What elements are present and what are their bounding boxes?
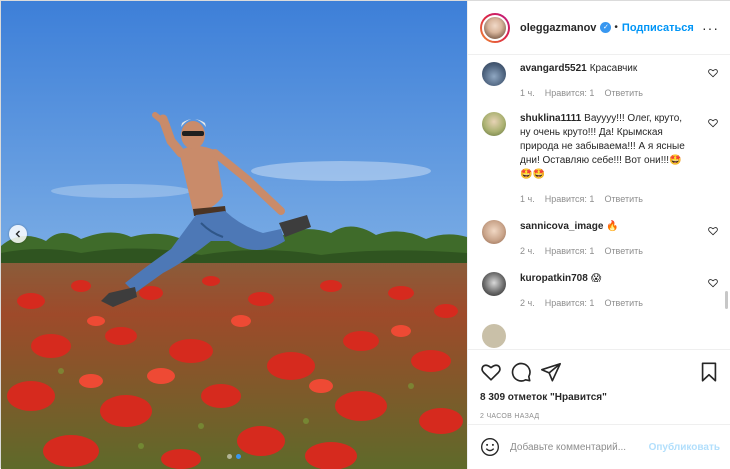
- comment-text: avangard5521 Красавчик: [520, 62, 690, 76]
- post-photo[interactable]: [1, 1, 467, 469]
- comment-text: kuropatkin708 😱: [520, 272, 690, 286]
- share-icon[interactable]: [540, 361, 562, 383]
- comment-body: avangard5521 Красавчик 1 ч. Нравится: 1 О…: [520, 62, 690, 100]
- comment-time[interactable]: 1 ч.: [520, 86, 535, 100]
- commenter-username[interactable]: sannicova_image: [520, 221, 603, 232]
- comment-message: 🔥: [606, 221, 619, 232]
- separator: •: [614, 22, 618, 33]
- comment-body: kuropatkin708 😱 2 ч. Нравится: 1 Ответить: [520, 272, 690, 310]
- comment-time[interactable]: 1 ч.: [520, 192, 535, 206]
- reply-button[interactable]: Ответить: [604, 86, 642, 100]
- post-actions: 8 309 отметок "Нравится" 2 часов назад: [468, 349, 730, 420]
- commenter-avatar[interactable]: [482, 272, 506, 296]
- comment-input[interactable]: [510, 441, 640, 453]
- action-icons: [480, 360, 720, 384]
- verified-badge-icon: ✓: [600, 22, 612, 33]
- comment-likes[interactable]: Нравится: 1: [545, 244, 595, 258]
- bookmark-icon[interactable]: [698, 361, 720, 383]
- comments-scrollbar[interactable]: [725, 291, 728, 309]
- comment-item: avangard5521 Красавчик 1 ч. Нравится: 1 О…: [482, 62, 720, 100]
- author-avatar[interactable]: [480, 12, 510, 43]
- comments-list[interactable]: avangard5521 Красавчик 1 ч. Нравится: 1 О…: [468, 56, 730, 349]
- comment-heart-icon[interactable]: [708, 118, 718, 128]
- more-options-icon[interactable]: ···: [702, 20, 719, 36]
- comment-heart-icon[interactable]: [708, 226, 718, 236]
- comment-item: [482, 324, 720, 348]
- commenter-avatar[interactable]: [482, 324, 506, 348]
- comment-body: sannicova_image 🔥 2 ч. Нравится: 1 Ответи…: [520, 220, 690, 258]
- carousel-dot-active: [236, 454, 241, 459]
- publish-button[interactable]: Опубликовать: [649, 442, 720, 453]
- post-timestamp[interactable]: 2 часов назад: [480, 413, 720, 420]
- comment-meta: 2 ч. Нравится: 1 Ответить: [520, 296, 690, 310]
- heart-icon[interactable]: [480, 361, 502, 383]
- chevron-left-icon: [15, 230, 20, 238]
- commenter-username[interactable]: shuklina1111: [520, 113, 581, 124]
- likes-count[interactable]: 8 309 отметок "Нравится": [480, 392, 720, 403]
- comment-text: sannicova_image 🔥: [520, 220, 690, 234]
- commenter-username[interactable]: kuropatkin708: [520, 273, 588, 284]
- follow-button[interactable]: Подписаться: [622, 22, 694, 34]
- post-header: oleggazmanov ✓ • Подписаться ···: [468, 1, 730, 55]
- poppy-field-image: [1, 1, 467, 469]
- comment-likes[interactable]: Нравится: 1: [545, 192, 595, 206]
- comment-meta: 1 ч. Нравится: 1 Ответить: [520, 192, 690, 206]
- carousel-prev-button[interactable]: [9, 225, 27, 243]
- comment-message: 😱: [590, 273, 602, 284]
- comment-icon[interactable]: [510, 361, 532, 383]
- reply-button[interactable]: Ответить: [604, 296, 642, 310]
- comment-body: shuklina1111 Вауууу!!! Олег, круто, ну оч…: [520, 112, 690, 206]
- commenter-avatar[interactable]: [482, 62, 506, 86]
- comment-likes[interactable]: Нравится: 1: [545, 86, 595, 100]
- comment-text: shuklina1111 Вауууу!!! Олег, круто, ну оч…: [520, 112, 690, 182]
- comment-heart-icon[interactable]: [708, 68, 718, 78]
- commenter-avatar[interactable]: [482, 220, 506, 244]
- comment-likes[interactable]: Нравится: 1: [545, 296, 595, 310]
- comment-meta: 2 ч. Нравится: 1 Ответить: [520, 244, 690, 258]
- carousel-dots: [1, 454, 467, 459]
- comment-item: shuklina1111 Вауууу!!! Олег, круто, ну оч…: [482, 112, 720, 206]
- comment-time[interactable]: 2 ч.: [520, 296, 535, 310]
- comment-item: kuropatkin708 😱 2 ч. Нравится: 1 Ответить: [482, 272, 720, 310]
- post-side-panel: oleggazmanov ✓ • Подписаться ··· avangar…: [467, 1, 730, 469]
- carousel-dot: [227, 454, 232, 459]
- reply-button[interactable]: Ответить: [604, 244, 642, 258]
- comment-meta: 1 ч. Нравится: 1 Ответить: [520, 86, 690, 100]
- commenter-username[interactable]: avangard5521: [520, 63, 587, 74]
- commenter-avatar[interactable]: [482, 112, 506, 136]
- comment-item: sannicova_image 🔥 2 ч. Нравится: 1 Ответи…: [482, 220, 720, 258]
- comment-composer: Опубликовать: [468, 424, 730, 469]
- comment-time[interactable]: 2 ч.: [520, 244, 535, 258]
- post-dialog: oleggazmanov ✓ • Подписаться ··· avangar…: [0, 0, 730, 469]
- comment-heart-icon[interactable]: [708, 278, 718, 288]
- author-username[interactable]: oleggazmanov: [520, 22, 596, 34]
- reply-button[interactable]: Ответить: [604, 192, 642, 206]
- emoji-icon[interactable]: [480, 437, 500, 457]
- comment-message: Красавчик: [589, 63, 638, 74]
